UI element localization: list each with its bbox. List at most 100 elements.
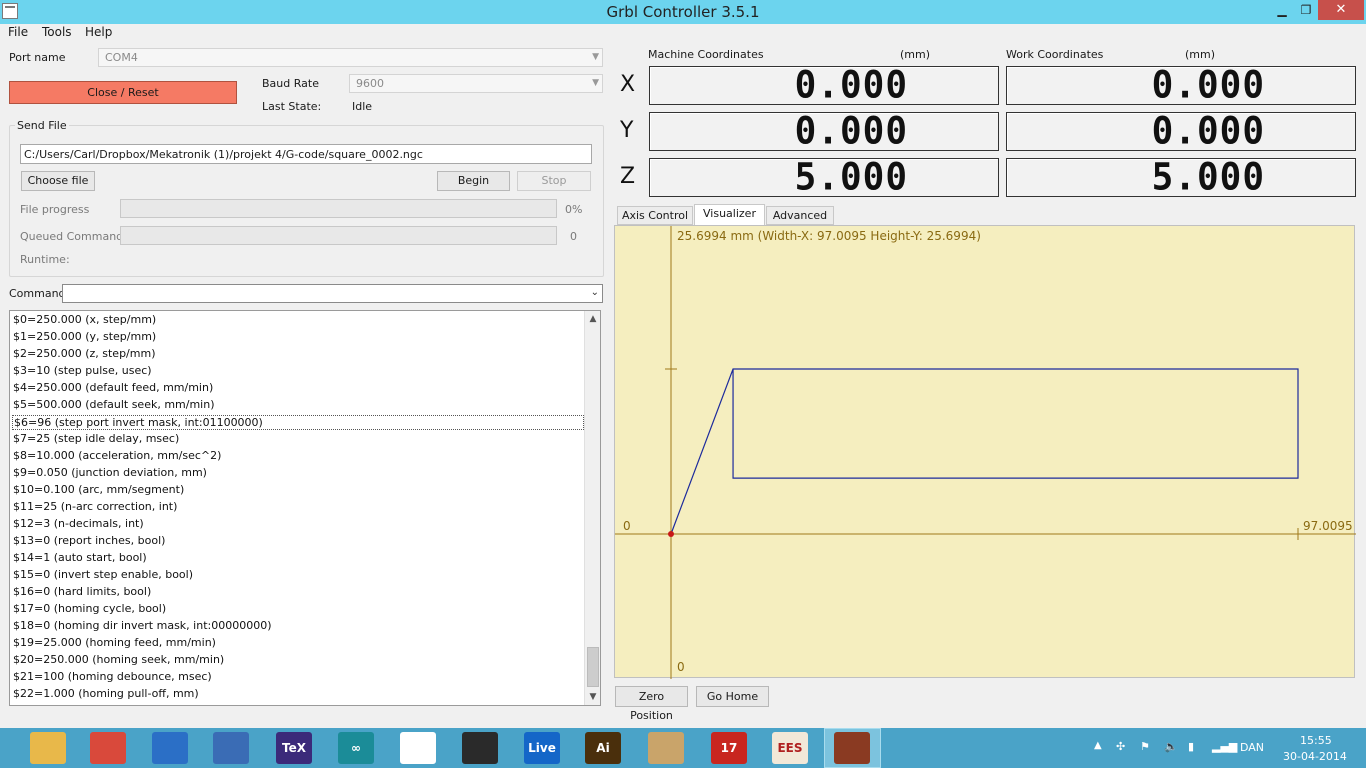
console-line[interactable]: $6=96 (step port invert mask, int:011000… (12, 415, 584, 430)
console-line[interactable]: $9=0.050 (junction deviation, mm) (13, 466, 207, 479)
show-hidden-icons-icon[interactable]: ▲ (1094, 740, 1102, 751)
axis-y-label: Y (620, 118, 634, 143)
visualizer-svg (615, 226, 1356, 679)
work-coordinates-title: Work Coordinates (1006, 48, 1104, 61)
console-line[interactable]: $18=0 (homing dir invert mask, int:00000… (13, 619, 272, 632)
tab-advanced[interactable]: Advanced (766, 206, 834, 225)
queued-commands-label: Queued Commands (20, 230, 129, 243)
console-line[interactable]: $11=25 (n-arc correction, int) (13, 500, 177, 513)
x-min-label: 0 (623, 519, 631, 533)
console-line[interactable]: $19=25.000 (homing feed, mm/min) (13, 636, 216, 649)
port-name-select[interactable]: COM4 ▼ (98, 48, 603, 67)
close-window-button[interactable]: ✕ (1318, 0, 1364, 20)
console-line[interactable]: $12=3 (n-decimals, int) (13, 517, 144, 530)
language-indicator[interactable]: DAN (1240, 741, 1264, 754)
machine-x-display: 0.000 (649, 66, 999, 105)
work-x-display: 0.000 (1006, 66, 1356, 105)
work-z-value: 5.000 (1151, 155, 1265, 199)
title-bar: Grbl Controller 3.5.1 ▁ ❐ ✕ (0, 0, 1366, 24)
menu-bar: File Tools Help (0, 24, 1366, 42)
scroll-down-icon[interactable]: ▼ (585, 689, 600, 705)
file-progress-label: File progress (20, 203, 90, 216)
visualizer-canvas[interactable]: 25.6994 mm (Width-X: 97.0095 Height-Y: 2… (614, 225, 1356, 679)
tab-visualizer[interactable]: Visualizer (694, 204, 765, 226)
console-scrollbar[interactable]: ▲ ▼ (584, 311, 600, 705)
axis-x-label: X (620, 72, 636, 97)
start-screen-icon[interactable] (400, 732, 436, 764)
baud-rate-select[interactable]: 9600 ▼ (349, 74, 603, 93)
console-line[interactable]: $3=10 (step pulse, usec) (13, 364, 152, 377)
menu-tools[interactable]: Tools (42, 25, 72, 39)
action-center-icon[interactable]: ⚑ (1140, 740, 1150, 753)
autodesk-icon[interactable]: 17 (711, 732, 747, 764)
last-state-value: Idle (352, 100, 373, 113)
console-output[interactable]: $0=250.000 (x, step/mm) $1=250.000 (y, st… (9, 310, 601, 706)
port-name-value: COM4 (105, 51, 138, 64)
console-line[interactable]: $7=25 (step idle delay, msec) (13, 432, 179, 445)
window-title: Grbl Controller 3.5.1 (606, 3, 760, 21)
console-line[interactable]: $0=250.000 (x, step/mm) (13, 313, 156, 326)
console-line[interactable]: $17=0 (homing cycle, bool) (13, 602, 166, 615)
arduino-icon[interactable]: ∞ (338, 732, 374, 764)
network-tray-icon[interactable]: ✣ (1116, 740, 1125, 753)
machine-y-value: 0.000 (794, 109, 908, 153)
file-progress-bar (120, 199, 557, 218)
command-label: Command (9, 287, 66, 300)
console-line[interactable]: $5=500.000 (default seek, mm/min) (13, 398, 215, 411)
paint-icon[interactable] (648, 732, 684, 764)
runtime-label: Runtime: (20, 253, 70, 266)
texmaker-icon[interactable]: TeX (276, 732, 312, 764)
illustrator-icon[interactable]: Ai (585, 732, 621, 764)
console-line[interactable]: $22=1.000 (homing pull-off, mm) (13, 687, 199, 700)
machine-coordinates-title: Machine Coordinates (648, 48, 764, 61)
zero-position-button[interactable]: Zero Position (615, 686, 688, 722)
baud-rate-value: 9600 (356, 77, 384, 90)
live-icon[interactable]: Live (524, 732, 560, 764)
last-state-label: Last State: (262, 100, 322, 113)
axis-z-label: Z (620, 164, 636, 189)
scroll-up-icon[interactable]: ▲ (585, 311, 600, 327)
steam-icon[interactable] (462, 732, 498, 764)
grbl-controller-icon[interactable] (834, 732, 870, 764)
work-unit-label: (mm) (1185, 48, 1216, 61)
tab-axis-control[interactable]: Axis Control (617, 206, 693, 225)
clock-date[interactable]: 30-04-2014 (1283, 750, 1347, 763)
thunderbird-icon[interactable] (213, 732, 249, 764)
file-explorer-icon[interactable] (30, 732, 66, 764)
console-line[interactable]: $2=250.000 (z, step/mm) (13, 347, 155, 360)
itunes-icon[interactable] (152, 732, 188, 764)
console-line[interactable]: $8=10.000 (acceleration, mm/sec^2) (13, 449, 221, 462)
menu-help[interactable]: Help (85, 25, 112, 39)
file-path-field[interactable]: C:/Users/Carl/Dropbox/Mekatronik (1)/pro… (20, 144, 592, 164)
scroll-thumb[interactable] (587, 647, 599, 687)
console-line[interactable]: $14=1 (auto start, bool) (13, 551, 147, 564)
volume-icon[interactable]: 🔈 (1164, 740, 1178, 753)
console-line[interactable]: $20=250.000 (homing seek, mm/min) (13, 653, 224, 666)
y-min-label: 0 (677, 660, 685, 674)
console-line[interactable]: $21=100 (homing debounce, msec) (13, 670, 212, 683)
choose-file-button[interactable]: Choose file (21, 171, 95, 191)
close-reset-button[interactable]: Close / Reset (9, 81, 237, 104)
go-home-button[interactable]: Go Home (696, 686, 769, 707)
stop-button[interactable]: Stop (517, 171, 591, 191)
machine-x-value: 0.000 (794, 63, 908, 107)
console-line[interactable]: $1=250.000 (y, step/mm) (13, 330, 156, 343)
command-input[interactable]: ⌄ (62, 284, 603, 303)
console-line[interactable]: $16=0 (hard limits, bool) (13, 585, 151, 598)
begin-button[interactable]: Begin (437, 171, 510, 191)
console-line[interactable]: $15=0 (invert step enable, bool) (13, 568, 193, 581)
machine-z-value: 5.000 (794, 155, 908, 199)
battery-icon[interactable]: ▮ (1188, 740, 1194, 753)
queued-commands-bar (120, 226, 557, 245)
work-y-display: 0.000 (1006, 112, 1356, 151)
clock-time[interactable]: 15:55 (1300, 734, 1332, 747)
chrome-icon[interactable] (90, 732, 126, 764)
menu-file[interactable]: File (8, 25, 28, 39)
ees-icon[interactable]: EES (772, 732, 808, 764)
console-line[interactable]: $4=250.000 (default feed, mm/min) (13, 381, 213, 394)
signal-icon[interactable]: ▂▄▆ (1212, 740, 1237, 753)
console-line[interactable]: $10=0.100 (arc, mm/segment) (13, 483, 184, 496)
console-line[interactable]: $13=0 (report inches, bool) (13, 534, 165, 547)
maximize-button[interactable]: ❐ (1292, 0, 1320, 20)
chevron-down-icon: ▼ (592, 52, 599, 62)
